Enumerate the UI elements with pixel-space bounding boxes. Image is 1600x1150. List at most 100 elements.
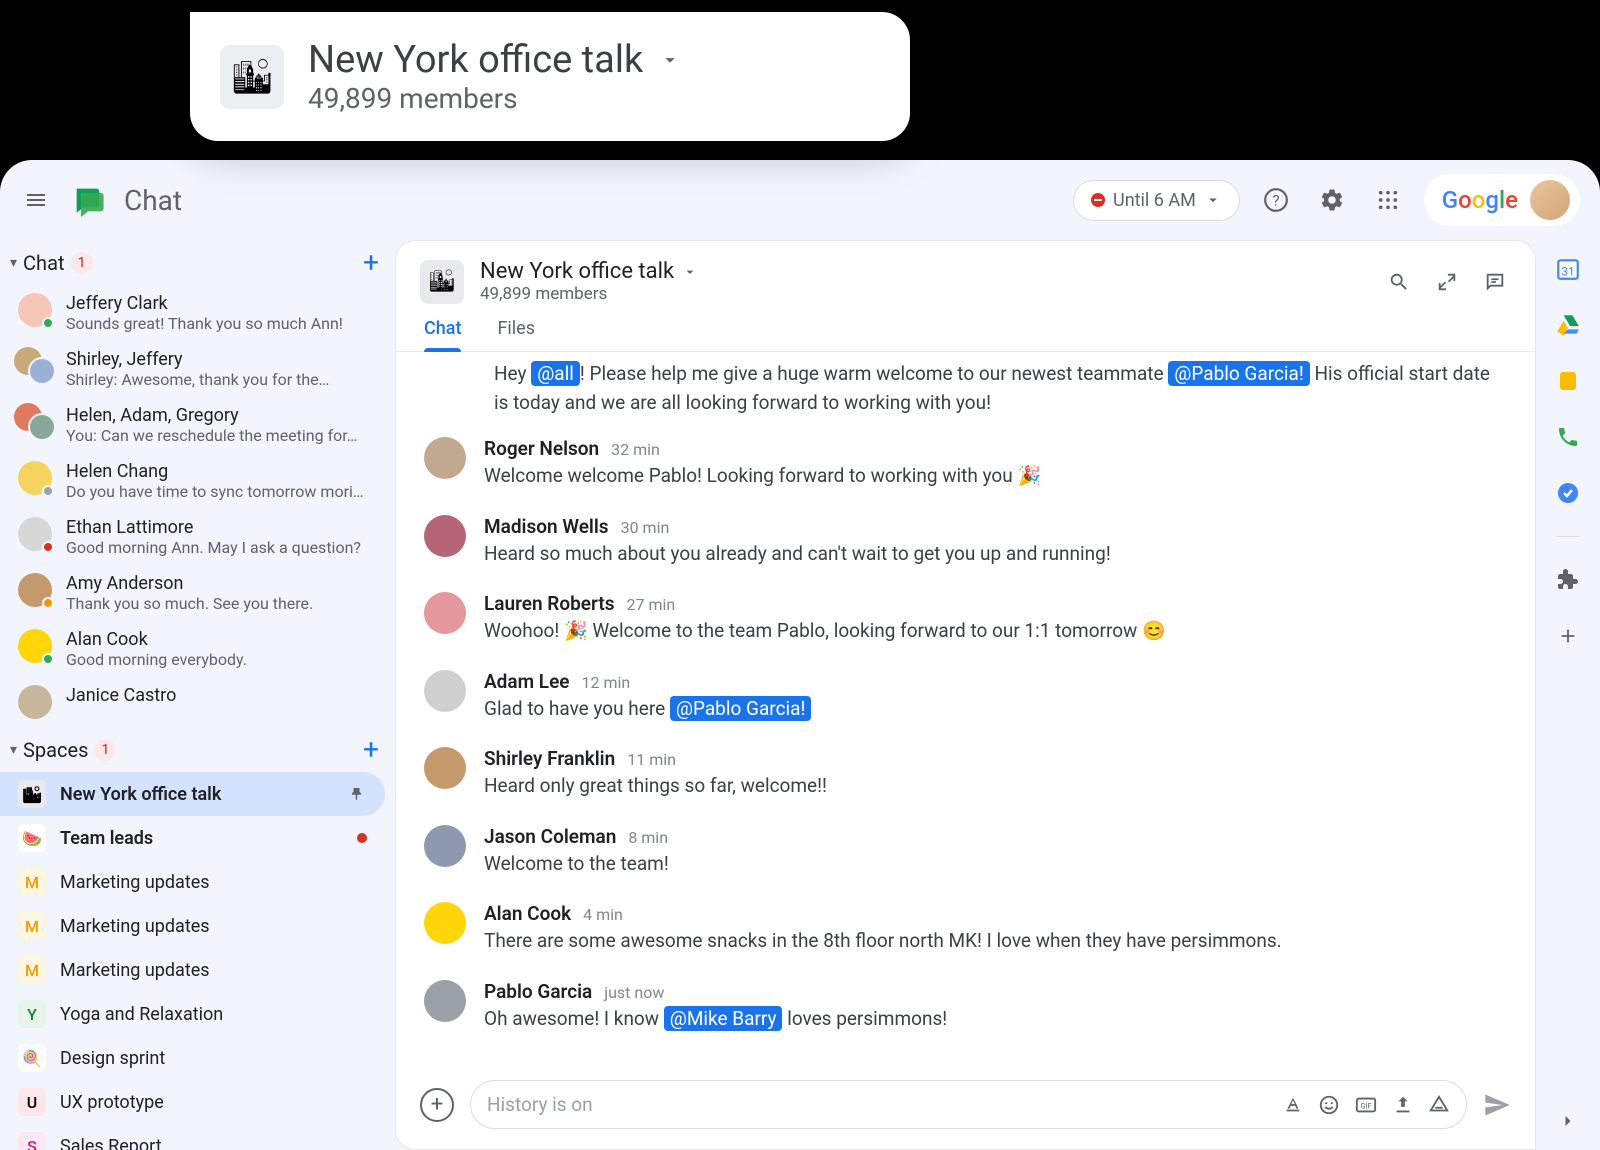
space-item-label: Sales Report — [60, 1136, 367, 1150]
message-author: Madison Wells — [484, 515, 609, 538]
chat-list-item[interactable]: Amy AndersonThank you so much. See you t… — [0, 565, 395, 621]
new-chat-button[interactable]: + — [363, 246, 379, 279]
chat-section-label: Chat — [23, 251, 64, 275]
new-space-button[interactable]: + — [363, 733, 379, 766]
addons-icon[interactable] — [1555, 567, 1581, 593]
chevron-down-icon — [682, 264, 698, 280]
space-item-label: Yoga and Relaxation — [60, 1004, 367, 1025]
apps-grid-button[interactable] — [1368, 180, 1408, 220]
message-avatar — [424, 902, 466, 944]
avatar-stack — [18, 349, 52, 383]
tab-chat[interactable]: Chat — [424, 318, 461, 351]
chat-list-item[interactable]: Helen ChangDo you have time to sync tomo… — [0, 453, 395, 509]
add-addon-button[interactable] — [1555, 623, 1581, 649]
upload-icon[interactable] — [1392, 1094, 1414, 1116]
chat-list-item[interactable]: Ethan LattimoreGood morning Ann. May I a… — [0, 509, 395, 565]
presence-indicator — [42, 541, 54, 553]
help-button[interactable]: ? — [1256, 180, 1296, 220]
dnd-label: Until 6 AM — [1113, 190, 1196, 211]
callout-space-subtitle: 49,899 members — [308, 82, 681, 115]
svg-text:?: ? — [1272, 191, 1279, 209]
spaces-section-header[interactable]: ▾ Spaces 1 + — [0, 727, 395, 772]
format-text-icon[interactable] — [1282, 1094, 1304, 1116]
message-text: Heard only great things so far, welcome!… — [484, 772, 827, 801]
keep-icon[interactable] — [1555, 368, 1581, 394]
app-window: Chat Until 6 AM ? Google ▾ Chat 1 + — [0, 160, 1600, 1150]
app-header: Chat Until 6 AM ? Google — [0, 160, 1600, 240]
chat-item-name: Janice Castro — [66, 685, 176, 706]
chat-list-item[interactable]: Alan CookGood morning everybody. — [0, 621, 395, 677]
chat-item-snippet: Sounds great! Thank you so much Ann! — [66, 314, 343, 333]
message-text: There are some awesome snacks in the 8th… — [484, 927, 1282, 956]
drive-icon[interactable] — [1555, 312, 1581, 338]
message-author: Shirley Franklin — [484, 747, 615, 770]
chat-item-snippet: Shirley: Awesome, thank you for the… — [66, 370, 329, 389]
space-icon: 🍭 — [18, 1044, 46, 1072]
add-attachment-button[interactable]: + — [420, 1088, 454, 1122]
message: Roger Nelson32 min Welcome welcome Pablo… — [424, 437, 1507, 491]
avatar — [18, 629, 52, 663]
account-avatar — [1530, 180, 1570, 220]
account-chip[interactable]: Google — [1424, 174, 1580, 226]
space-title[interactable]: New York office talk — [480, 259, 698, 284]
message: Shirley Franklin11 min Heard only great … — [424, 747, 1507, 801]
message-avatar — [424, 515, 466, 557]
settings-button[interactable] — [1312, 180, 1352, 220]
message-avatar — [424, 437, 466, 479]
thread-panel-button[interactable] — [1479, 266, 1511, 298]
space-list-item[interactable]: MMarketing updates — [0, 948, 385, 992]
mention-chip[interactable]: @Pablo Garcia! — [670, 696, 811, 721]
message-input[interactable]: History is on GIF — [470, 1080, 1467, 1129]
space-list-item[interactable]: MMarketing updates — [0, 904, 385, 948]
chat-list-item[interactable]: Helen, Adam, GregoryYou: Can we reschedu… — [0, 397, 395, 453]
mention-chip[interactable]: @all — [531, 361, 580, 386]
tasks-icon[interactable] — [1555, 480, 1581, 506]
chat-section-header[interactable]: ▾ Chat 1 + — [0, 240, 395, 285]
chat-list-item[interactable]: Shirley, JefferyShirley: Awesome, thank … — [0, 341, 395, 397]
avatar — [18, 685, 52, 719]
chat-item-name: Ethan Lattimore — [66, 517, 361, 538]
message-list[interactable]: Hey @all! Please help me give a huge war… — [396, 352, 1535, 1072]
space-item-label: Marketing updates — [60, 872, 367, 893]
sidebar: ▾ Chat 1 + Jeffery ClarkSounds great! Th… — [0, 240, 395, 1150]
space-list-item[interactable]: 🍉Team leads — [0, 816, 385, 860]
chat-list-item[interactable]: Jeffery ClarkSounds great! Thank you so … — [0, 285, 395, 341]
space-list-item[interactable]: UUX prototype — [0, 1080, 385, 1124]
presence-indicator — [42, 653, 54, 665]
space-list-item[interactable]: SSales Report — [0, 1124, 385, 1150]
message-text: Heard so much about you already and can'… — [484, 540, 1111, 569]
space-list-item[interactable]: MMarketing updates — [0, 860, 385, 904]
chat-item-snippet: Thank you so much. See you there. — [66, 594, 313, 613]
drive-icon[interactable] — [1428, 1094, 1450, 1116]
chat-list-item[interactable]: Janice Castro — [0, 677, 395, 727]
calendar-icon[interactable]: 31 — [1555, 256, 1581, 282]
space-list-item[interactable]: YYoga and Relaxation — [0, 992, 385, 1036]
space-item-label: New York office talk — [60, 784, 335, 805]
emoji-icon[interactable] — [1318, 1094, 1340, 1116]
message-text: Glad to have you here @Pablo Garcia! — [484, 695, 811, 724]
search-in-space-button[interactable] — [1383, 266, 1415, 298]
conversation-header: 🏙 New York office talk 49,899 members — [396, 241, 1535, 304]
chat-item-name: Helen Chang — [66, 461, 364, 482]
svg-text:31: 31 — [1561, 265, 1574, 279]
expand-rail-button[interactable] — [1555, 1108, 1581, 1134]
collapse-icon: ▾ — [10, 742, 17, 758]
message-timestamp: 12 min — [582, 673, 631, 692]
main-menu-button[interactable] — [20, 184, 52, 216]
callout-space-title: New York office talk — [308, 38, 681, 82]
avatar — [18, 573, 52, 607]
send-button[interactable] — [1483, 1091, 1511, 1119]
mention-chip[interactable]: @Mike Barry — [664, 1006, 783, 1031]
dnd-status-pill[interactable]: Until 6 AM — [1073, 180, 1240, 221]
collapse-panel-button[interactable] — [1431, 266, 1463, 298]
space-list-item[interactable]: 🏙New York office talk — [0, 772, 385, 816]
space-list-item[interactable]: 🍭Design sprint — [0, 1036, 385, 1080]
message-author: Adam Lee — [484, 670, 570, 693]
voice-icon[interactable] — [1555, 424, 1581, 450]
mention-chip[interactable]: @Pablo Garcia! — [1168, 361, 1309, 386]
message-timestamp: 32 min — [611, 440, 660, 459]
gif-icon[interactable]: GIF — [1354, 1094, 1378, 1116]
collapse-icon: ▾ — [10, 255, 17, 271]
tab-files[interactable]: Files — [497, 318, 535, 351]
chat-logo-icon — [68, 180, 108, 220]
